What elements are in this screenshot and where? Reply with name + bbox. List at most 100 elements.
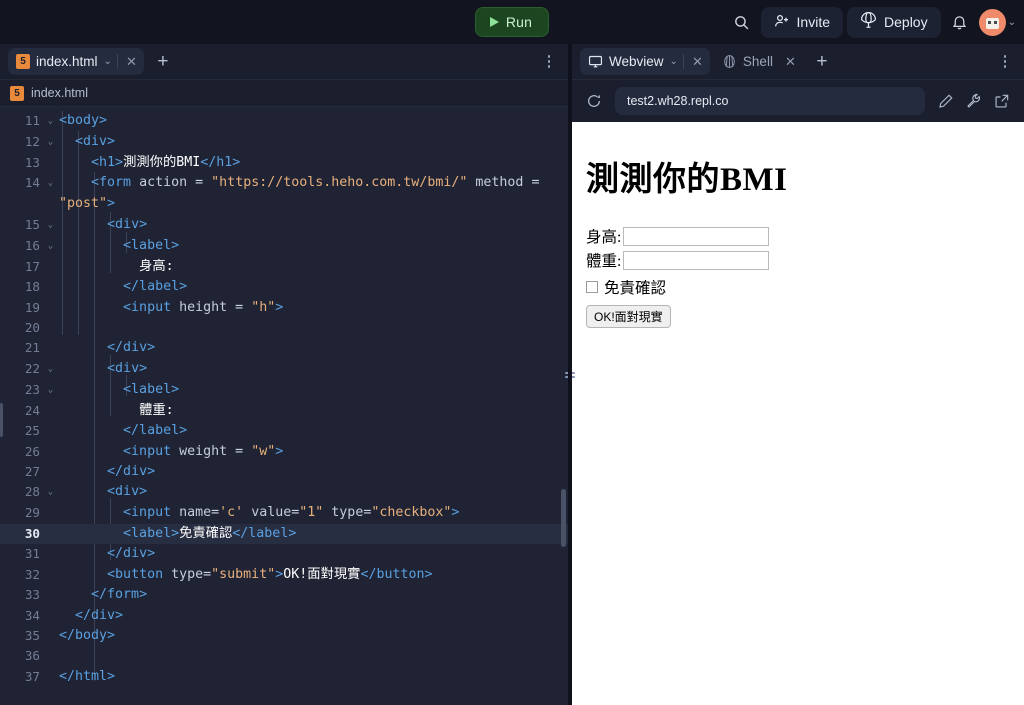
code-line[interactable]: 28 ⌄ <div>: [0, 482, 568, 503]
close-icon[interactable]: ✕: [780, 51, 801, 72]
wrench-icon[interactable]: [961, 88, 987, 114]
chevron-down-icon[interactable]: ⌄: [103, 56, 116, 67]
close-icon[interactable]: ✕: [687, 51, 708, 72]
code-line[interactable]: 14 ⌄ <form action = "https://tools.heho.c…: [0, 173, 568, 194]
weight-row: 體重:: [586, 249, 1008, 271]
code-line[interactable]: 15 ⌄ <div>: [0, 215, 568, 236]
disclaimer-checkbox[interactable]: [586, 281, 598, 293]
code-line[interactable]: 13 <h1>測測你的BMI</h1>: [0, 153, 568, 173]
urlbar-actions: [933, 88, 1015, 114]
fold-chevron-icon[interactable]: ⌄: [44, 132, 57, 153]
code-line[interactable]: 34 </div>: [0, 606, 568, 626]
code-line[interactable]: 32 <button type="submit">OK!面對現實</button…: [0, 565, 568, 585]
code-line[interactable]: 37 </html>: [0, 667, 568, 687]
webview-tabstrip: Webview ⌄ ✕ Shell ✕ +: [572, 44, 1024, 80]
deploy-button[interactable]: Deploy: [847, 6, 941, 38]
webview-urlbar: [572, 80, 1024, 122]
pane-resize-handle[interactable]: [565, 44, 575, 705]
invite-button[interactable]: Invite: [760, 6, 844, 38]
code-editor[interactable]: 11 ⌄ <body> 12 ⌄ <div> 13 <h1>測測你的BMI</h1> 14 ⌄…: [0, 107, 568, 705]
code-line[interactable]: 26 <input weight = "w">: [0, 442, 568, 462]
run-button[interactable]: Run: [474, 7, 550, 37]
code-line[interactable]: 16 ⌄ <label>: [0, 236, 568, 257]
code-line[interactable]: 21 </div>: [0, 338, 568, 358]
new-tab-button[interactable]: +: [809, 49, 835, 75]
code-line[interactable]: 27 </div>: [0, 462, 568, 482]
line-number: 16: [24, 237, 40, 253]
divider: [116, 54, 118, 69]
person-add-icon: [774, 13, 790, 32]
fold-chevron-icon[interactable]: ⌄: [44, 482, 57, 503]
line-number: 23: [24, 381, 40, 397]
fold-chevron-icon[interactable]: ⌄: [44, 236, 57, 257]
code-line[interactable]: 33 </form>: [0, 585, 568, 605]
grip-icon: [565, 370, 575, 380]
fold-chevron-icon[interactable]: ⌄: [44, 173, 57, 194]
code-line[interactable]: 18 </label>: [0, 277, 568, 297]
code-line[interactable]: 22 ⌄ <div>: [0, 359, 568, 380]
search-icon[interactable]: [727, 7, 757, 37]
editor-tabstrip: index.html ⌄ ✕ +: [0, 44, 568, 80]
code-line[interactable]: 25 </label>: [0, 421, 568, 441]
height-input[interactable]: [623, 226, 770, 246]
code-line[interactable]: 17 身高:: [0, 257, 568, 277]
code-text: </div>: [107, 546, 156, 562]
code-line[interactable]: 30 <label>免責確認</label>: [0, 523, 568, 545]
breadcrumb: index.html: [0, 80, 568, 107]
bell-icon[interactable]: [945, 7, 975, 37]
weight-input[interactable]: [623, 250, 770, 270]
code-line[interactable]: 36: [0, 646, 568, 666]
code-line[interactable]: 23 ⌄ <label>: [0, 380, 568, 401]
reload-icon[interactable]: [581, 88, 607, 114]
code-line[interactable]: 11 ⌄ <body>: [0, 111, 568, 132]
line-number: 32: [24, 566, 40, 582]
top-bar-actions: Invite Deploy ⌄: [727, 0, 1016, 44]
fold-chevron-icon[interactable]: ⌄: [44, 359, 57, 380]
invite-label: Invite: [796, 14, 831, 30]
line-number: [0, 194, 44, 214]
user-menu[interactable]: ⌄: [978, 8, 1016, 36]
fold-chevron-icon[interactable]: ⌄: [44, 215, 57, 236]
tab-webview[interactable]: Webview ⌄ ✕: [580, 48, 710, 75]
code-line[interactable]: 35 </body>: [0, 626, 568, 646]
code-line[interactable]: 19 <input height = "h">: [0, 298, 568, 318]
more-vertical-icon[interactable]: [538, 51, 560, 73]
code-text: <form action = "https://tools.heho.com.t…: [91, 175, 540, 191]
code-line[interactable]: 24 體重:: [0, 401, 568, 421]
line-number: 15: [24, 216, 40, 232]
code-line[interactable]: "post">: [0, 194, 568, 214]
code-text: <div>: [107, 360, 148, 376]
chevron-down-icon[interactable]: ⌄: [669, 56, 682, 67]
line-number: 28: [24, 484, 40, 500]
close-icon[interactable]: ✕: [121, 51, 142, 72]
new-tab-button[interactable]: +: [150, 49, 176, 75]
html5-file-icon: [10, 85, 24, 101]
url-input[interactable]: [615, 87, 925, 115]
tab-label: Webview: [609, 54, 664, 69]
webview-pane: Webview ⌄ ✕ Shell ✕ + test2.wh28.repl.co…: [572, 44, 1024, 705]
code-line[interactable]: 29 <input name='c' value="1" type="check…: [0, 503, 568, 523]
more-vertical-icon[interactable]: [994, 51, 1016, 73]
tab-shell[interactable]: Shell ✕: [714, 48, 803, 75]
line-number: 35: [24, 627, 40, 643]
editor-scrollbar[interactable]: [561, 489, 566, 547]
height-label: 身高:: [586, 229, 622, 246]
code-text: "post">: [59, 196, 116, 212]
code-line[interactable]: 12 ⌄ <div>: [0, 132, 568, 153]
code-line[interactable]: 20: [0, 318, 568, 338]
submit-button[interactable]: OK!面對現實: [586, 305, 671, 328]
tab-index-html[interactable]: index.html ⌄ ✕: [8, 48, 144, 75]
fold-chevron-icon[interactable]: ⌄: [44, 111, 57, 132]
line-number: 25: [24, 423, 40, 439]
external-link-icon[interactable]: [989, 88, 1015, 114]
fold-chevron-icon[interactable]: ⌄: [44, 380, 57, 401]
code-line[interactable]: 31 </div>: [0, 544, 568, 564]
code-text: </body>: [59, 627, 116, 643]
pencil-icon[interactable]: [933, 88, 959, 114]
